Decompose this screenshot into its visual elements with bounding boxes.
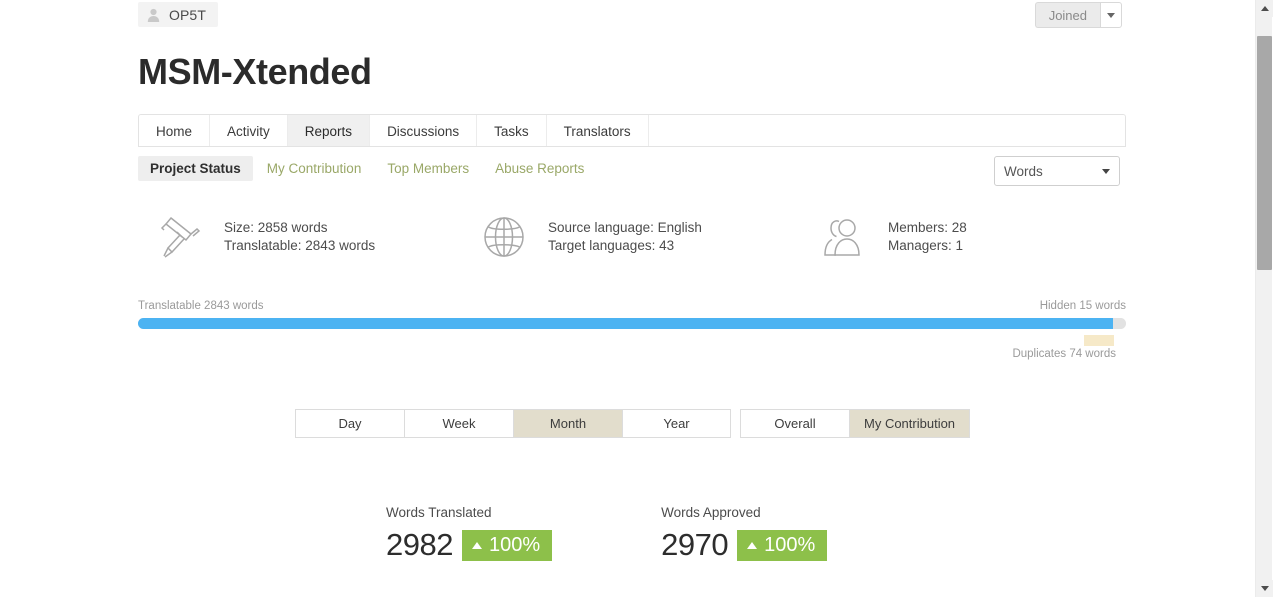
metric-words-translated-label: Words Translated [386, 505, 492, 520]
progress-labels: Translatable 2843 words Hidden 15 words [138, 300, 1126, 312]
subtab-project-status[interactable]: Project Status [138, 156, 253, 181]
page-title: MSM-Xtended [138, 51, 372, 92]
scroll-down-arrow-icon[interactable] [1256, 580, 1273, 597]
subtab-list: Project Status My Contribution Top Membe… [138, 156, 596, 181]
period-button-month[interactable]: Month [513, 409, 622, 438]
progress-left-label: Translatable 2843 words [138, 300, 264, 312]
duplicates-label: Duplicates 74 words [1012, 348, 1116, 360]
unit-select[interactable]: Words [994, 156, 1120, 186]
metric-words-approved: Words Approved 2970 100% [661, 505, 828, 562]
project-stats-row: Size: 2858 words Translatable: 2843 word… [138, 214, 1126, 260]
metric-words-approved-value-row: 2970 100% [661, 527, 828, 562]
subtab-abuse-reports[interactable]: Abuse Reports [483, 156, 596, 181]
triangle-up-icon [747, 541, 758, 549]
joined-button[interactable]: Joined [1034, 2, 1100, 28]
translation-progress: Translatable 2843 words Hidden 15 words … [138, 300, 1126, 360]
progress-track[interactable] [138, 318, 1126, 346]
stat-size-line2: Translatable: 2843 words [224, 238, 376, 253]
tab-reports[interactable]: Reports [287, 115, 371, 146]
tabbar-filler [648, 115, 1125, 146]
caliper-icon [152, 214, 208, 260]
stat-members-line2: Managers: 1 [888, 238, 964, 253]
period-button-week[interactable]: Week [404, 409, 513, 438]
metrics-row: Words Translated 2982 100% Words Approve… [386, 505, 828, 562]
period-button-day[interactable]: Day [295, 409, 404, 438]
users-icon [816, 216, 872, 258]
metric-words-approved-badge: 100% [737, 529, 828, 561]
stat-languages-line1: Source language: English [548, 220, 702, 235]
stat-languages-line2: Target languages: 43 [548, 238, 675, 253]
person-icon [147, 8, 160, 22]
progress-fill-translated [138, 318, 1113, 329]
scroll-up-arrow-icon[interactable] [1256, 0, 1273, 17]
metric-words-approved-value: 2970 [661, 527, 729, 562]
owner-badge[interactable]: OP5T [138, 2, 218, 27]
vertical-scrollbar[interactable] [1255, 0, 1273, 597]
metric-words-approved-label: Words Approved [661, 505, 761, 520]
stat-size-line1: Size: 2858 words [224, 220, 328, 235]
period-button-year[interactable]: Year [622, 409, 731, 438]
unit-select-value: Words [1004, 163, 1043, 179]
chevron-down-icon [1102, 168, 1110, 174]
stat-members: Members: 28 Managers: 1 [808, 214, 1108, 260]
subtab-top-members[interactable]: Top Members [375, 156, 481, 181]
stat-members-line1: Members: 28 [888, 220, 967, 235]
chevron-down-icon [1107, 12, 1115, 18]
triangle-up-icon [471, 541, 482, 549]
metric-words-translated-value: 2982 [386, 527, 453, 562]
progress-right-label: Hidden 15 words [1039, 300, 1126, 312]
main-tabbar: Home Activity Reports Discussions Tasks … [138, 114, 1126, 147]
page-root: OP5T Joined MSM-Xtended Home Activity Re… [0, 0, 1280, 597]
period-button-group: Day Week Month Year [295, 409, 731, 438]
subtab-my-contribution[interactable]: My Contribution [255, 156, 374, 181]
globe-icon [476, 215, 532, 259]
tab-discussions[interactable]: Discussions [370, 115, 478, 146]
scope-button-group: Overall My Contribution [740, 409, 971, 438]
joined-button-group[interactable]: Joined [1034, 2, 1122, 28]
scrollbar-thumb[interactable] [1257, 36, 1272, 270]
stat-size-text: Size: 2858 words Translatable: 2843 word… [224, 219, 375, 255]
owner-name: OP5T [169, 6, 206, 23]
metric-words-translated-value-row: 2982 100% [386, 527, 553, 562]
stat-languages: Source language: English Target language… [468, 214, 808, 260]
tab-home[interactable]: Home [139, 115, 211, 146]
metric-words-translated-badge: 100% [461, 529, 553, 561]
progress-fill-hidden [1113, 318, 1126, 329]
stat-size: Size: 2858 words Translatable: 2843 word… [138, 214, 468, 260]
metric-words-translated-delta: 100% [488, 533, 541, 556]
content-card: Home Activity Reports Discussions Tasks … [138, 114, 1126, 186]
metric-words-approved-delta: 100% [764, 533, 816, 556]
tab-activity[interactable]: Activity [210, 115, 288, 146]
subtab-row: Project Status My Contribution Top Membe… [138, 156, 1126, 186]
metric-words-translated: Words Translated 2982 100% [386, 505, 553, 562]
stat-members-text: Members: 28 Managers: 1 [888, 219, 967, 255]
scope-button-my-contribution[interactable]: My Contribution [849, 409, 971, 438]
tab-translators[interactable]: Translators [546, 115, 649, 146]
page-right-margin [1272, 0, 1280, 597]
joined-dropdown-toggle[interactable] [1100, 2, 1122, 28]
stat-languages-text: Source language: English Target language… [548, 219, 702, 255]
progress-fill-duplicates [1084, 335, 1114, 346]
scope-button-overall[interactable]: Overall [740, 409, 849, 438]
tab-tasks[interactable]: Tasks [477, 115, 547, 146]
report-filter-toggles: Day Week Month Year Overall My Contribut… [295, 409, 971, 438]
